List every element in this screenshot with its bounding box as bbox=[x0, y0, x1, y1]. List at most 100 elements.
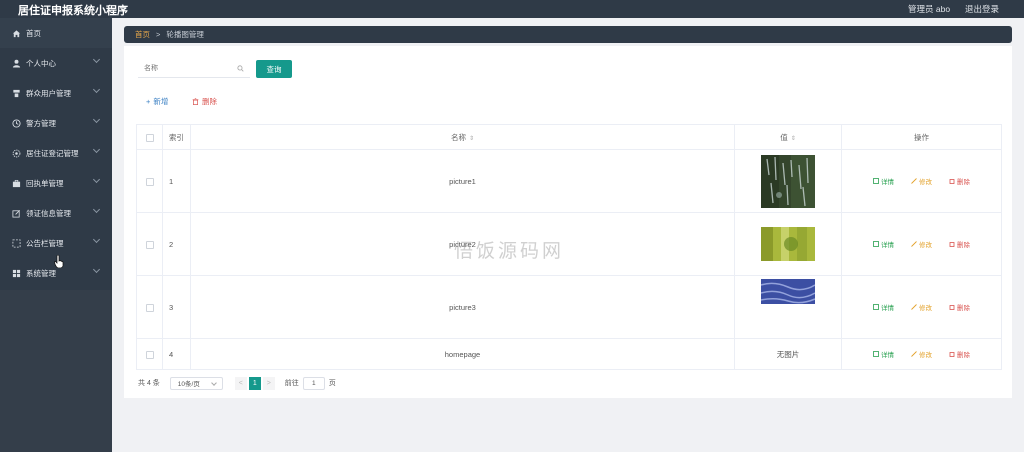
sidebar-item-home[interactable]: 首页 bbox=[0, 18, 112, 48]
edit-label: 修改 bbox=[919, 305, 932, 312]
delete-label: 删除 bbox=[957, 305, 970, 312]
edit-label: 修改 bbox=[919, 352, 932, 359]
trash-icon bbox=[949, 242, 955, 247]
detail-label: 详情 bbox=[881, 352, 894, 359]
detail-button[interactable]: 详情 bbox=[873, 176, 894, 186]
detail-button[interactable]: 详情 bbox=[873, 239, 894, 249]
detail-label: 详情 bbox=[881, 305, 894, 312]
page-unit-label: 页 bbox=[328, 380, 336, 387]
delete-button[interactable]: 删除 bbox=[949, 302, 970, 312]
clock-icon bbox=[12, 118, 21, 128]
pencil-icon bbox=[911, 351, 917, 357]
hand-cursor-icon bbox=[54, 255, 64, 268]
pagination: 共 4 条 10条/页 < 1 > 前往 1 页 bbox=[138, 376, 336, 390]
row-ops: 详情 修改 删除 bbox=[841, 212, 1002, 276]
row-value-cell bbox=[734, 212, 842, 276]
sort-icon[interactable]: ⇕ bbox=[791, 135, 796, 142]
detail-button[interactable]: 详情 bbox=[873, 302, 894, 312]
chevron-down-icon bbox=[92, 55, 101, 64]
sidebar-item-police[interactable]: 警方管理 bbox=[0, 108, 112, 138]
sidebar-item-receipts[interactable]: 回执单管理 bbox=[0, 168, 112, 198]
pencil-icon bbox=[911, 178, 917, 184]
header-name-label: 名称 bbox=[450, 132, 466, 142]
add-button[interactable]: + 新增 bbox=[146, 96, 168, 107]
settings-icon bbox=[12, 149, 21, 158]
sidebar-filler bbox=[0, 290, 112, 452]
sidebar-item-bulletin[interactable]: 公告栏管理 bbox=[0, 228, 112, 258]
breadcrumb-home[interactable]: 首页 bbox=[135, 29, 150, 40]
edit-button[interactable]: 修改 bbox=[911, 239, 932, 249]
add-label: 新增 bbox=[153, 97, 169, 106]
sidebar-item-label: 警方管理 bbox=[26, 118, 56, 128]
edit-icon bbox=[12, 209, 21, 218]
edit-label: 修改 bbox=[919, 242, 932, 249]
query-button[interactable]: 查询 bbox=[256, 60, 292, 78]
trash-icon bbox=[949, 179, 955, 184]
detail-label: 详情 bbox=[881, 242, 894, 249]
row-index: 4 bbox=[162, 338, 191, 370]
app-title: 居住证申报系统小程序 bbox=[18, 5, 128, 17]
edit-label: 修改 bbox=[919, 179, 932, 186]
chevron-down-icon bbox=[92, 115, 101, 124]
header-value[interactable]: 值 ⇕ bbox=[734, 124, 842, 150]
sidebar-item-label: 公告栏管理 bbox=[26, 238, 64, 248]
delete-button[interactable]: 删除 bbox=[949, 176, 970, 186]
dashed-square-icon bbox=[12, 238, 21, 248]
waterfall-image bbox=[761, 154, 815, 208]
row-checkbox[interactable] bbox=[145, 303, 154, 312]
sidebar-item-personal-center[interactable]: 个人中心 bbox=[0, 48, 112, 78]
page-size-select[interactable]: 10条/页 bbox=[169, 376, 223, 390]
edit-button[interactable]: 修改 bbox=[911, 349, 932, 359]
breadcrumb-separator: > bbox=[156, 30, 161, 39]
edit-button[interactable]: 修改 bbox=[911, 176, 932, 186]
pencil-icon bbox=[911, 304, 917, 310]
search-icon bbox=[237, 65, 244, 74]
delete-button[interactable]: 删除 bbox=[949, 239, 970, 249]
search-field[interactable] bbox=[138, 60, 250, 78]
select-all-checkbox[interactable] bbox=[145, 133, 154, 142]
sidebar-item-residence-registration[interactable]: 居住证登记管理 bbox=[0, 138, 112, 168]
trash-icon bbox=[949, 305, 955, 310]
chevron-down-icon bbox=[92, 205, 101, 214]
document-icon bbox=[873, 351, 879, 357]
row-name: picture3 bbox=[190, 275, 735, 339]
edit-button[interactable]: 修改 bbox=[911, 302, 932, 312]
sidebar-item-label: 群众用户管理 bbox=[26, 88, 71, 98]
chevron-down-icon bbox=[92, 175, 101, 184]
chevron-down-icon bbox=[92, 85, 101, 94]
search-input[interactable] bbox=[138, 60, 230, 76]
sidebar-item-label: 回执单管理 bbox=[26, 178, 64, 188]
row-check-cell bbox=[136, 275, 163, 339]
header-value-label: 值 bbox=[780, 132, 788, 142]
sidebar-item-label: 领证信息管理 bbox=[26, 208, 71, 218]
logout-link[interactable]: 退出登录 bbox=[965, 3, 999, 15]
briefcase-icon bbox=[12, 179, 21, 188]
chevron-down-icon bbox=[92, 235, 101, 244]
breadcrumb-current: 轮播图管理 bbox=[166, 30, 204, 39]
prev-page-button[interactable]: < bbox=[234, 376, 247, 390]
delete-button[interactable]: 删除 bbox=[949, 349, 970, 359]
sidebar-item-citizen-users[interactable]: 群众用户管理 bbox=[0, 78, 112, 108]
row-checkbox[interactable] bbox=[145, 350, 154, 359]
page-number-current[interactable]: 1 bbox=[248, 376, 261, 390]
row-value: 无图片 bbox=[734, 338, 842, 370]
water-image bbox=[761, 279, 815, 304]
row-value-cell bbox=[734, 275, 842, 339]
next-page-button[interactable]: > bbox=[262, 376, 275, 390]
plus-icon: + bbox=[146, 97, 151, 106]
sidebar-item-license-info[interactable]: 领证信息管理 bbox=[0, 198, 112, 228]
row-checkbox[interactable] bbox=[145, 240, 154, 249]
goto-page-input[interactable]: 1 bbox=[302, 376, 325, 390]
row-ops: 详情 修改 删除 bbox=[841, 338, 1002, 370]
page-size-value: 10条/页 bbox=[177, 381, 200, 388]
batch-delete-button[interactable]: 删除 bbox=[192, 96, 217, 107]
sort-icon[interactable]: ⇕ bbox=[469, 135, 474, 142]
header-name[interactable]: 名称 ⇕ bbox=[190, 124, 735, 150]
table-row: 1 picture1 详情 修改 删除 bbox=[136, 149, 1002, 213]
detail-button[interactable]: 详情 bbox=[873, 349, 894, 359]
row-name: picture1 bbox=[190, 149, 735, 213]
delete-label: 删除 bbox=[957, 352, 970, 359]
row-ops: 详情 修改 删除 bbox=[841, 149, 1002, 213]
row-checkbox[interactable] bbox=[145, 177, 154, 186]
table-row: 3 picture3 详情 修改 删除 bbox=[136, 275, 1002, 339]
